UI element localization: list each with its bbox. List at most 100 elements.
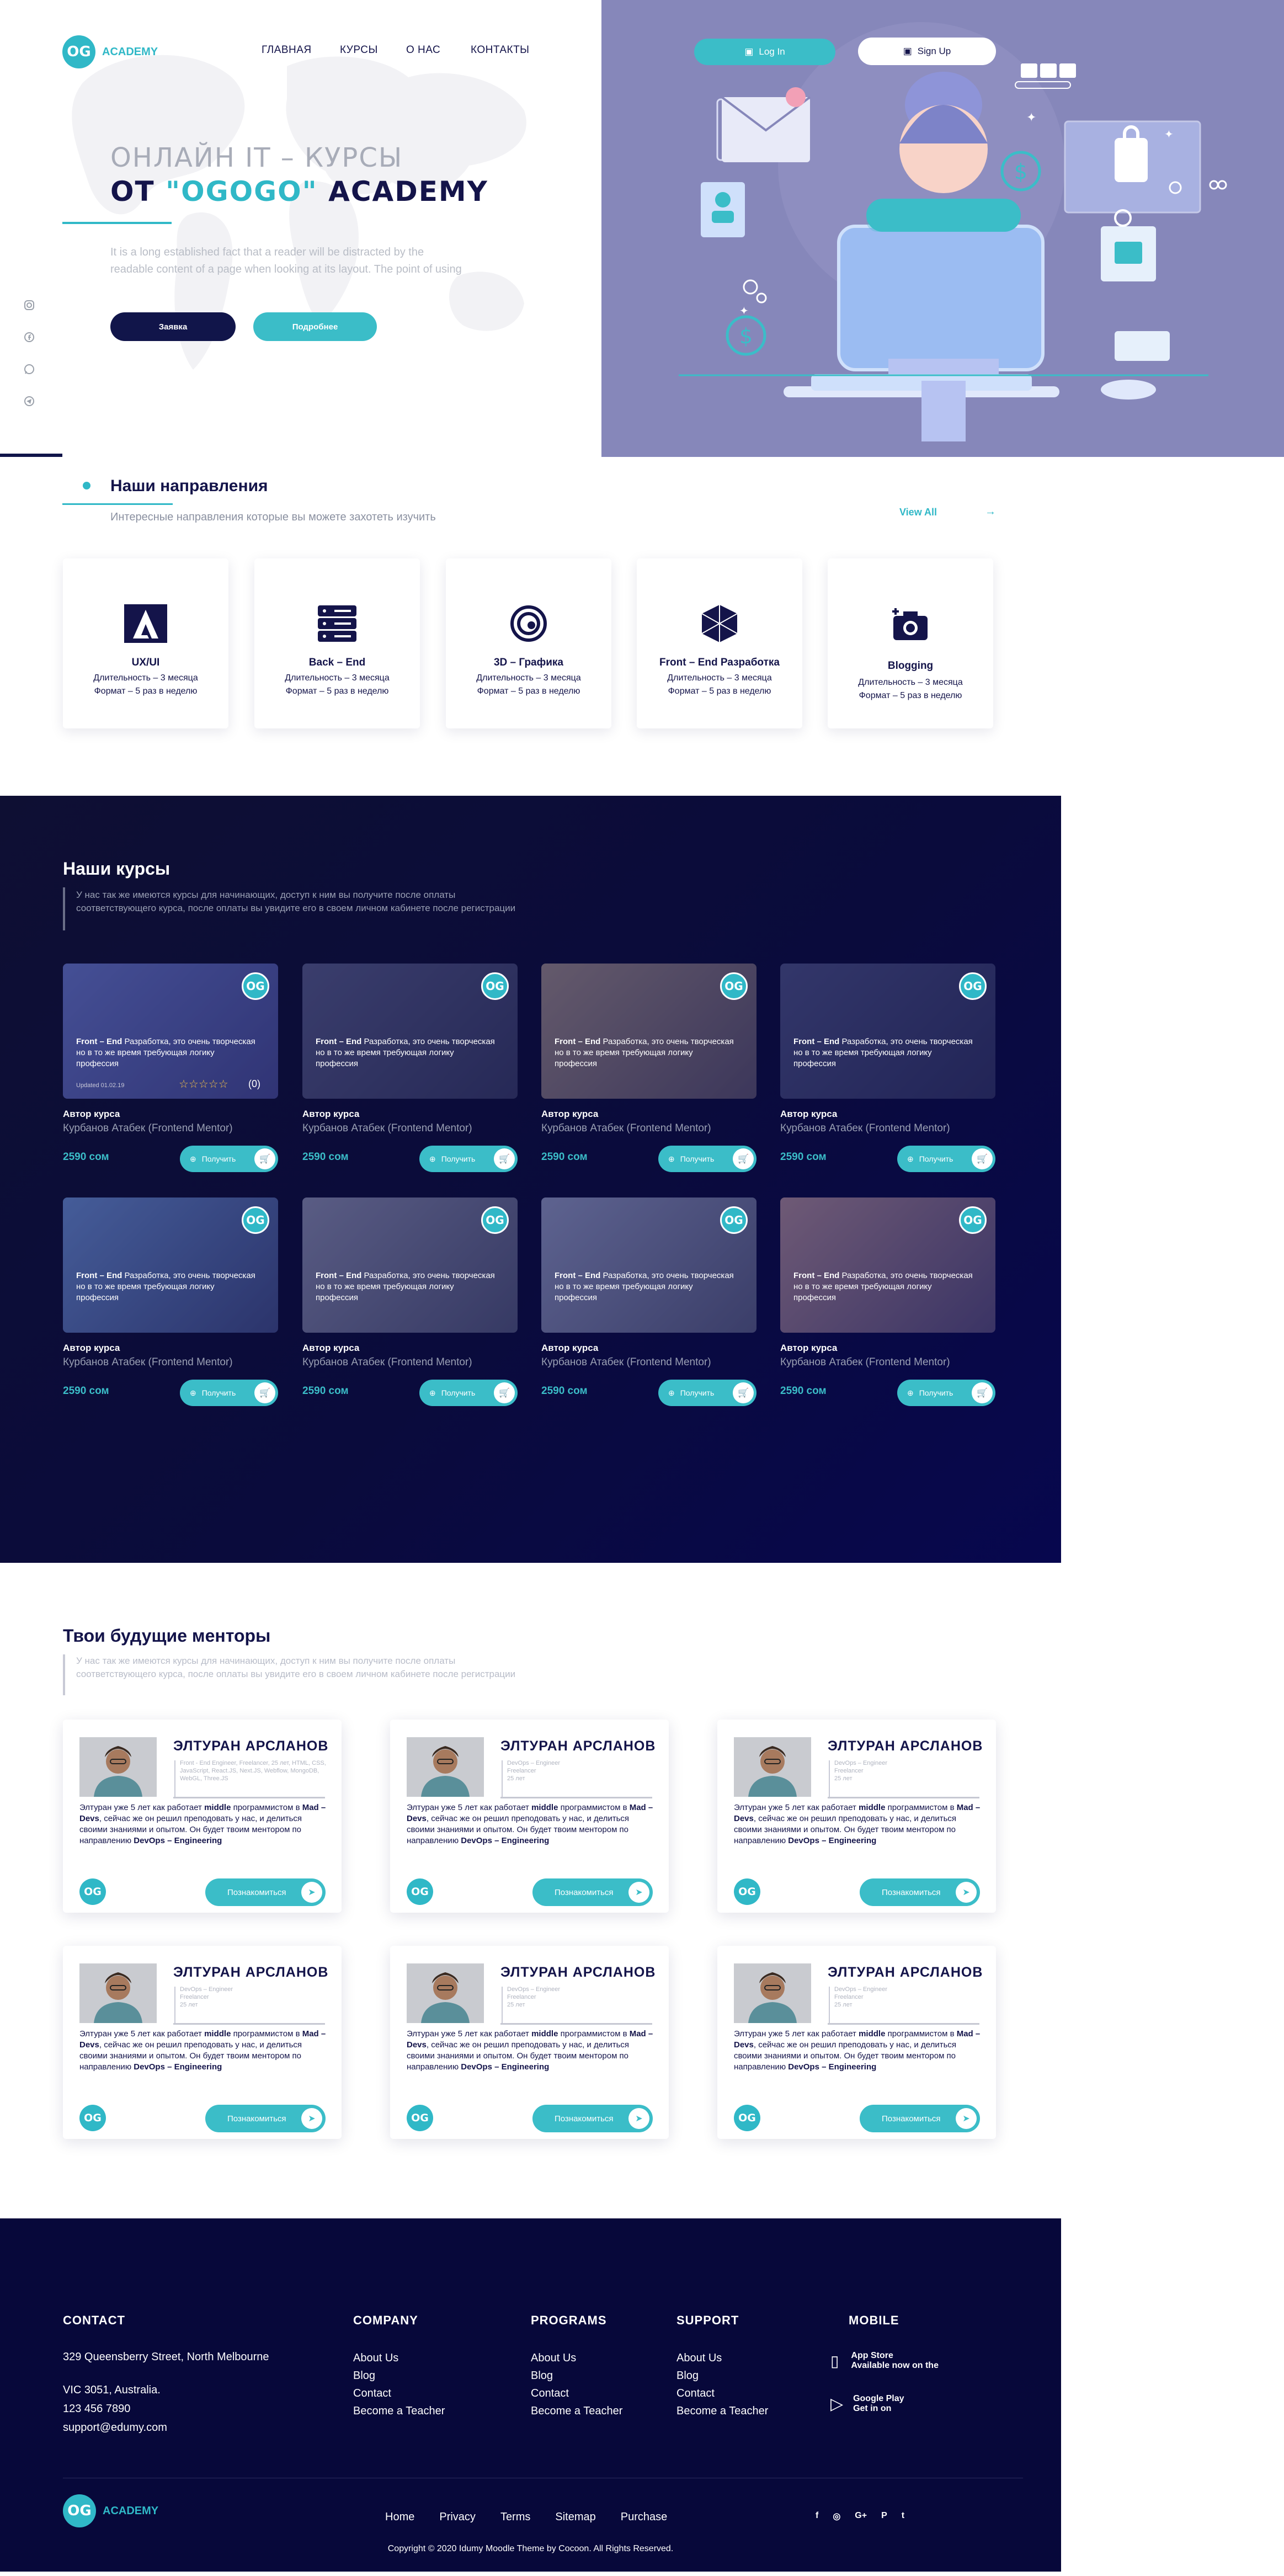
footer-email[interactable]: support@edumy.com: [63, 2421, 167, 2434]
course-card[interactable]: OG Front – End Разработка, это очень твор…: [302, 1197, 518, 1407]
course-card[interactable]: OG Front – End Разработка, это очень твор…: [541, 964, 756, 1173]
footer-link[interactable]: Become a Teacher: [676, 2405, 768, 2418]
mentor-card[interactable]: ЭЛТУРАН АРСЛАНОВ DevOps – Engineer Freela…: [390, 1720, 669, 1913]
login-button[interactable]: ▣ Log In: [694, 39, 835, 65]
telegram-icon[interactable]: [21, 393, 38, 409]
course-card[interactable]: OG Front – End Разработка, это очень твор…: [541, 1197, 756, 1407]
footer-link[interactable]: About Us: [353, 2352, 445, 2365]
footer-bottom-link[interactable]: Privacy: [439, 2511, 476, 2524]
get-course-label: Получить: [919, 1154, 953, 1163]
meet-mentor-button[interactable]: Познакомиться ➤: [532, 1878, 653, 1906]
course-image[interactable]: OG Front – End Разработка, это очень твор…: [63, 1197, 278, 1333]
bio-bold: middle: [204, 1803, 231, 1812]
course-image[interactable]: OG Front – End Разработка, это очень твор…: [302, 964, 518, 1099]
course-author-label: Автор курса: [780, 1343, 838, 1353]
course-caption: Front – End Разработка, это очень творче…: [793, 1036, 976, 1069]
course-image[interactable]: OG Front – End Разработка, это очень твор…: [780, 1197, 995, 1333]
hero-left-panel: OG ACADEMY ГЛАВНАЯ КУРСЫ О НАС КОНТАКТЫ …: [0, 0, 601, 457]
get-course-button[interactable]: ⊕ Получить 🛒: [180, 1146, 278, 1172]
footer-link[interactable]: Blog: [676, 2370, 768, 2382]
facebook-icon[interactable]: [21, 329, 38, 345]
footer-bottom-link[interactable]: Home: [385, 2511, 414, 2524]
course-card[interactable]: OG Front – End Разработка, это очень твор…: [780, 964, 995, 1173]
user-icon: ▣: [903, 46, 912, 56]
course-card[interactable]: OG Front – End Разработка, это очень твор…: [780, 1197, 995, 1407]
get-course-button[interactable]: ⊕ Получить 🛒: [419, 1146, 518, 1172]
hero-title-post: ACADEMY: [317, 175, 488, 207]
direction-card[interactable]: 3D – Графика Длительность – 3 месяца Фор…: [446, 558, 611, 728]
course-image[interactable]: OG Front – End Разработка, это очень твор…: [780, 964, 995, 1099]
footer-bottom-link[interactable]: Sitemap: [555, 2511, 595, 2524]
meet-mentor-button[interactable]: Познакомиться ➤: [532, 2105, 653, 2132]
course-updated: Updated 01.02.19: [76, 1082, 125, 1089]
mentor-card[interactable]: ЭЛТУРАН АРСЛАНОВ DevOps – Engineer Freela…: [717, 1946, 996, 2139]
footer-link[interactable]: About Us: [531, 2352, 622, 2365]
footer-link[interactable]: Contact: [531, 2387, 622, 2400]
footer-bottom-link[interactable]: Terms: [500, 2511, 530, 2524]
get-course-button[interactable]: ⊕ Получить 🛒: [658, 1380, 756, 1406]
footer-link[interactable]: Contact: [353, 2387, 445, 2400]
bio-text: программистом в: [558, 1803, 630, 1812]
twitter-icon[interactable]: t: [902, 2511, 904, 2522]
meet-mentor-button[interactable]: Познакомиться ➤: [205, 2105, 326, 2132]
rating-stars[interactable]: ☆☆☆☆☆: [179, 1077, 228, 1091]
view-all-link[interactable]: View All: [899, 507, 937, 518]
course-image[interactable]: OG Front – End Разработка, это очень твор…: [541, 964, 756, 1099]
footer-link[interactable]: Become a Teacher: [353, 2405, 445, 2418]
google-play-link[interactable]: ▷ Google Play Get in on: [830, 2394, 904, 2414]
nav-item-home[interactable]: ГЛАВНАЯ: [262, 44, 312, 56]
footer-link[interactable]: Become a Teacher: [531, 2405, 622, 2418]
course-image[interactable]: OG Front – End Разработка, это очень твор…: [302, 1197, 518, 1333]
course-image[interactable]: OG Front – End Разработка, это очень твор…: [541, 1197, 756, 1333]
footer-link[interactable]: Contact: [676, 2387, 768, 2400]
course-mentor: Курбанов Атабек (Frontend Mentor): [302, 1356, 472, 1368]
og-badge: OG: [242, 972, 269, 1000]
footer-link[interactable]: About Us: [676, 2352, 768, 2365]
facebook-icon[interactable]: f: [816, 2511, 818, 2522]
mentor-card[interactable]: ЭЛТУРАН АРСЛАНОВ Front - End Engineer, Fr…: [63, 1720, 342, 1913]
signup-button[interactable]: ▣ Sign Up: [858, 38, 996, 65]
more-button[interactable]: Подробнее: [253, 312, 377, 341]
direction-card[interactable]: UX/UI Длительность – 3 месяца Формат – 5…: [63, 558, 228, 728]
pinterest-icon[interactable]: P: [881, 2511, 887, 2522]
get-course-button[interactable]: ⊕ Получить 🛒: [419, 1380, 518, 1406]
meet-mentor-button[interactable]: Познакомиться ➤: [205, 1878, 326, 1906]
app-store-link[interactable]: ▯ App Store Available now on the: [830, 2351, 939, 2371]
mentor-card[interactable]: ЭЛТУРАН АРСЛАНОВ DevOps – Engineer Freela…: [717, 1720, 996, 1913]
brand-name: ACADEMY: [103, 2504, 159, 2517]
meet-mentor-button[interactable]: Познакомиться ➤: [860, 1878, 980, 1906]
direction-format: Формат – 5 раз в неделю: [94, 686, 198, 696]
course-card[interactable]: OG Front – End Разработка, это очень твор…: [63, 1197, 278, 1407]
bio-text: Элтуран уже 5 лет как работает: [79, 1803, 205, 1812]
footer-phone[interactable]: 123 456 7890: [63, 2403, 130, 2415]
meet-mentor-button[interactable]: Познакомиться ➤: [860, 2105, 980, 2132]
arrow-right-icon[interactable]: →: [985, 505, 996, 518]
get-course-button[interactable]: ⊕ Получить 🛒: [897, 1380, 995, 1406]
course-image[interactable]: OG Front – End Разработка, это очень твор…: [63, 964, 278, 1099]
direction-card[interactable]: Back – End Длительность – 3 месяца Форма…: [254, 558, 420, 728]
direction-card[interactable]: Front – End Разработка Длительность – 3 …: [637, 558, 802, 728]
request-button[interactable]: Заявка: [110, 312, 236, 341]
footer-link[interactable]: Blog: [353, 2370, 445, 2382]
footer-col-support: SUPPORT About Us Blog Contact Become a T…: [676, 2313, 768, 2418]
nav-item-about[interactable]: О НАС: [406, 44, 440, 56]
instagram-icon[interactable]: [21, 297, 38, 313]
nav-item-contacts[interactable]: КОНТАКТЫ: [471, 44, 530, 56]
footer-link[interactable]: Blog: [531, 2370, 622, 2382]
mentor-card[interactable]: ЭЛТУРАН АРСЛАНОВ DevOps – Engineer Freela…: [390, 1946, 669, 2139]
instagram-icon[interactable]: ◎: [833, 2511, 840, 2522]
direction-card[interactable]: Blogging Длительность – 3 месяца Формат …: [828, 558, 993, 728]
whatsapp-icon[interactable]: [21, 361, 38, 377]
get-course-button[interactable]: ⊕ Получить 🛒: [897, 1146, 995, 1172]
get-course-button[interactable]: ⊕ Получить 🛒: [658, 1146, 756, 1172]
footer-bottom-link[interactable]: Purchase: [621, 2511, 668, 2524]
google-plus-icon[interactable]: G+: [855, 2511, 867, 2522]
nav-item-courses[interactable]: КУРСЫ: [340, 44, 378, 56]
footer-logo[interactable]: OG ACADEMY: [63, 2494, 158, 2527]
course-card[interactable]: OG Front – End Разработка, это очень твор…: [302, 964, 518, 1173]
bio-text: программистом в: [558, 2029, 630, 2039]
get-course-button[interactable]: ⊕ Получить 🛒: [180, 1380, 278, 1406]
mentor-card[interactable]: ЭЛТУРАН АРСЛАНОВ DevOps – Engineer Freela…: [63, 1946, 342, 2139]
brand-logo[interactable]: OG ACADEMY: [62, 35, 158, 68]
course-card[interactable]: OG Front – End Разработка, это очень твор…: [63, 964, 278, 1173]
